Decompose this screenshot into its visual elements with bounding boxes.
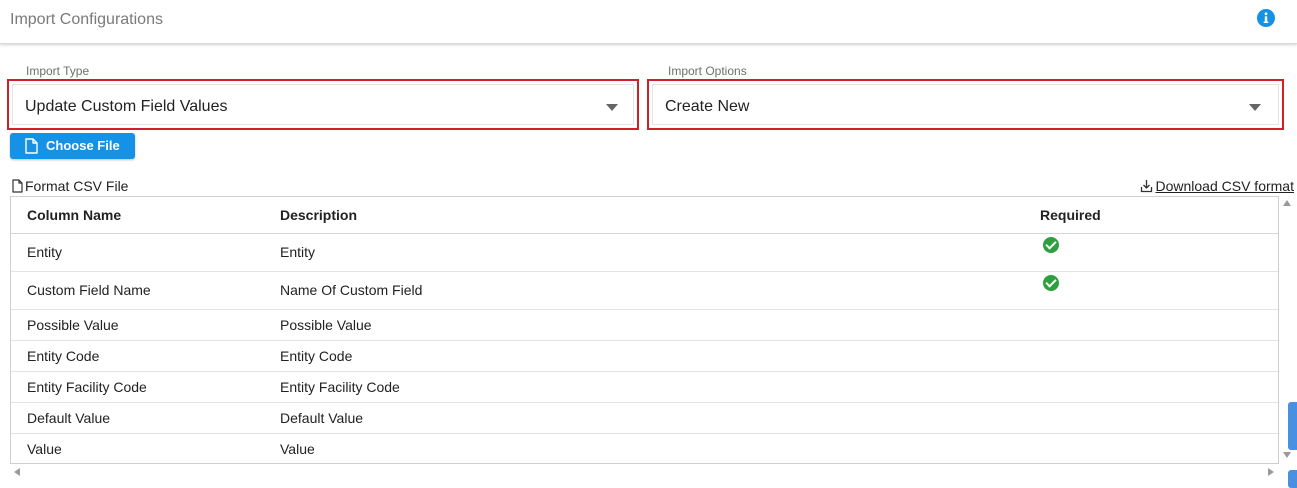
cell-description: Possible Value	[264, 309, 1024, 341]
table-row: Entity Facility Code Entity Facility Cod…	[11, 371, 1278, 403]
cell-column-name: Entity	[11, 233, 264, 272]
table-row: Entity Code Entity Code	[11, 340, 1278, 372]
format-csv-heading: Format CSV File	[12, 178, 128, 194]
column-header-name[interactable]: Column Name	[11, 197, 264, 234]
column-header-description[interactable]: Description	[264, 197, 1024, 234]
cell-column-name: Value	[11, 433, 264, 463]
import-options-select[interactable]: Create New	[647, 79, 1284, 130]
table-row: Entity Entity	[11, 233, 1278, 272]
import-type-value: Update Custom Field Values	[25, 98, 228, 115]
file-outline-icon	[12, 179, 23, 193]
download-csv-link[interactable]: Download CSV format	[1140, 178, 1294, 194]
cell-description: Value	[264, 433, 1024, 463]
cell-required	[1024, 371, 1278, 403]
import-options-label: Import Options	[668, 64, 747, 78]
scroll-right-arrow[interactable]	[1268, 468, 1274, 476]
scroll-up-arrow[interactable]	[1283, 200, 1291, 206]
cell-required	[1024, 233, 1278, 272]
chevron-down-icon	[606, 104, 618, 111]
table-row: Default Value Default Value	[11, 402, 1278, 434]
cell-required	[1024, 309, 1278, 341]
file-icon	[25, 138, 38, 154]
format-csv-label: Format CSV File	[25, 178, 129, 194]
cell-column-name: Custom Field Name	[11, 271, 264, 310]
cell-column-name: Default Value	[11, 402, 264, 434]
cell-description: Name Of Custom Field	[264, 271, 1024, 310]
cell-description: Entity Code	[264, 340, 1024, 372]
cell-column-name: Entity Code	[11, 340, 264, 372]
table-header-row: Column Name Description Required	[11, 197, 1278, 234]
table-row: Custom Field Name Name Of Custom Field	[11, 271, 1278, 310]
cell-description: Entity Facility Code	[264, 371, 1024, 403]
side-panel-tab[interactable]	[1288, 470, 1297, 488]
check-circle-icon	[1043, 236, 1059, 253]
cell-required	[1024, 402, 1278, 434]
table-row: Possible Value Possible Value	[11, 309, 1278, 341]
choose-file-label: Choose File	[46, 138, 120, 153]
page-title: Import Configurations	[10, 11, 163, 28]
download-icon	[1141, 180, 1153, 193]
column-header-required[interactable]: Required	[1024, 197, 1278, 234]
cell-description: Entity	[264, 233, 1024, 272]
table-row: Value Value	[11, 433, 1278, 463]
csv-format-table: Column Name Description Required Entity …	[10, 196, 1279, 464]
cell-required	[1024, 433, 1278, 463]
page-header: Import Configurations	[0, 0, 1297, 44]
choose-file-button[interactable]: Choose File	[10, 133, 135, 159]
info-icon[interactable]	[1257, 9, 1275, 27]
scroll-left-arrow[interactable]	[14, 468, 20, 476]
side-panel-tab[interactable]	[1288, 402, 1297, 450]
check-circle-icon	[1043, 274, 1059, 291]
cell-required	[1024, 340, 1278, 372]
cell-column-name: Possible Value	[11, 309, 264, 341]
scroll-down-arrow[interactable]	[1283, 452, 1291, 458]
cell-column-name: Entity Facility Code	[11, 371, 264, 403]
cell-description: Default Value	[264, 402, 1024, 434]
cell-required	[1024, 271, 1278, 310]
download-csv-label: Download CSV format	[1155, 178, 1294, 194]
chevron-down-icon	[1249, 104, 1261, 111]
import-options-value: Create New	[665, 98, 750, 115]
import-type-label: Import Type	[26, 64, 90, 78]
import-type-select[interactable]: Update Custom Field Values	[7, 79, 639, 130]
